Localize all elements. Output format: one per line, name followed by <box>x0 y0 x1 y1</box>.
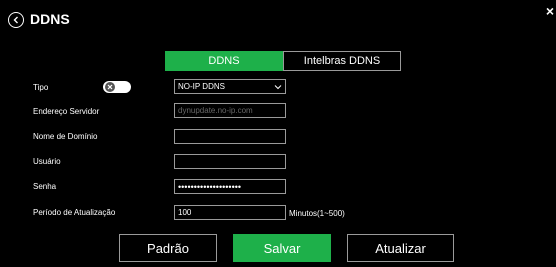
padrao-button[interactable]: Padrão <box>119 234 217 262</box>
tipo-label: Tipo <box>33 83 49 92</box>
toggle-off-icon <box>105 82 115 92</box>
close-icon[interactable]: × <box>546 4 554 18</box>
enable-toggle[interactable] <box>103 81 131 93</box>
salvar-button[interactable]: Salvar <box>233 234 331 262</box>
tipo-select-value: NO-IP DDNS <box>178 82 225 91</box>
endereco-servidor-label: Endereço Servidor <box>33 107 100 116</box>
periodo-label: Período de Atualização <box>33 208 116 217</box>
nome-dominio-input[interactable] <box>174 129 286 144</box>
tab-bar: DDNS Intelbras DDNS <box>165 51 401 71</box>
atualizar-button[interactable]: Atualizar <box>347 234 454 262</box>
page-title: DDNS <box>30 11 70 27</box>
nome-dominio-label: Nome de Domínio <box>33 132 98 141</box>
tab-intelbras-ddns[interactable]: Intelbras DDNS <box>283 51 401 71</box>
periodo-unit: Minutos(1~500) <box>289 209 345 218</box>
usuario-label: Usuário <box>33 157 61 166</box>
back-icon[interactable] <box>8 12 24 28</box>
endereco-servidor-input[interactable]: dynupdate.no-ip.com <box>174 103 286 118</box>
chevron-down-icon <box>274 85 282 90</box>
tipo-select[interactable]: NO-IP DDNS <box>174 79 286 94</box>
usuario-input[interactable] <box>174 154 286 169</box>
senha-label: Senha <box>33 182 57 191</box>
periodo-input[interactable]: 100 <box>174 205 286 220</box>
title-bar: DDNS × <box>0 0 556 40</box>
senha-input[interactable]: •••••••••••••••••••• <box>174 179 286 194</box>
tab-ddns[interactable]: DDNS <box>165 51 283 71</box>
